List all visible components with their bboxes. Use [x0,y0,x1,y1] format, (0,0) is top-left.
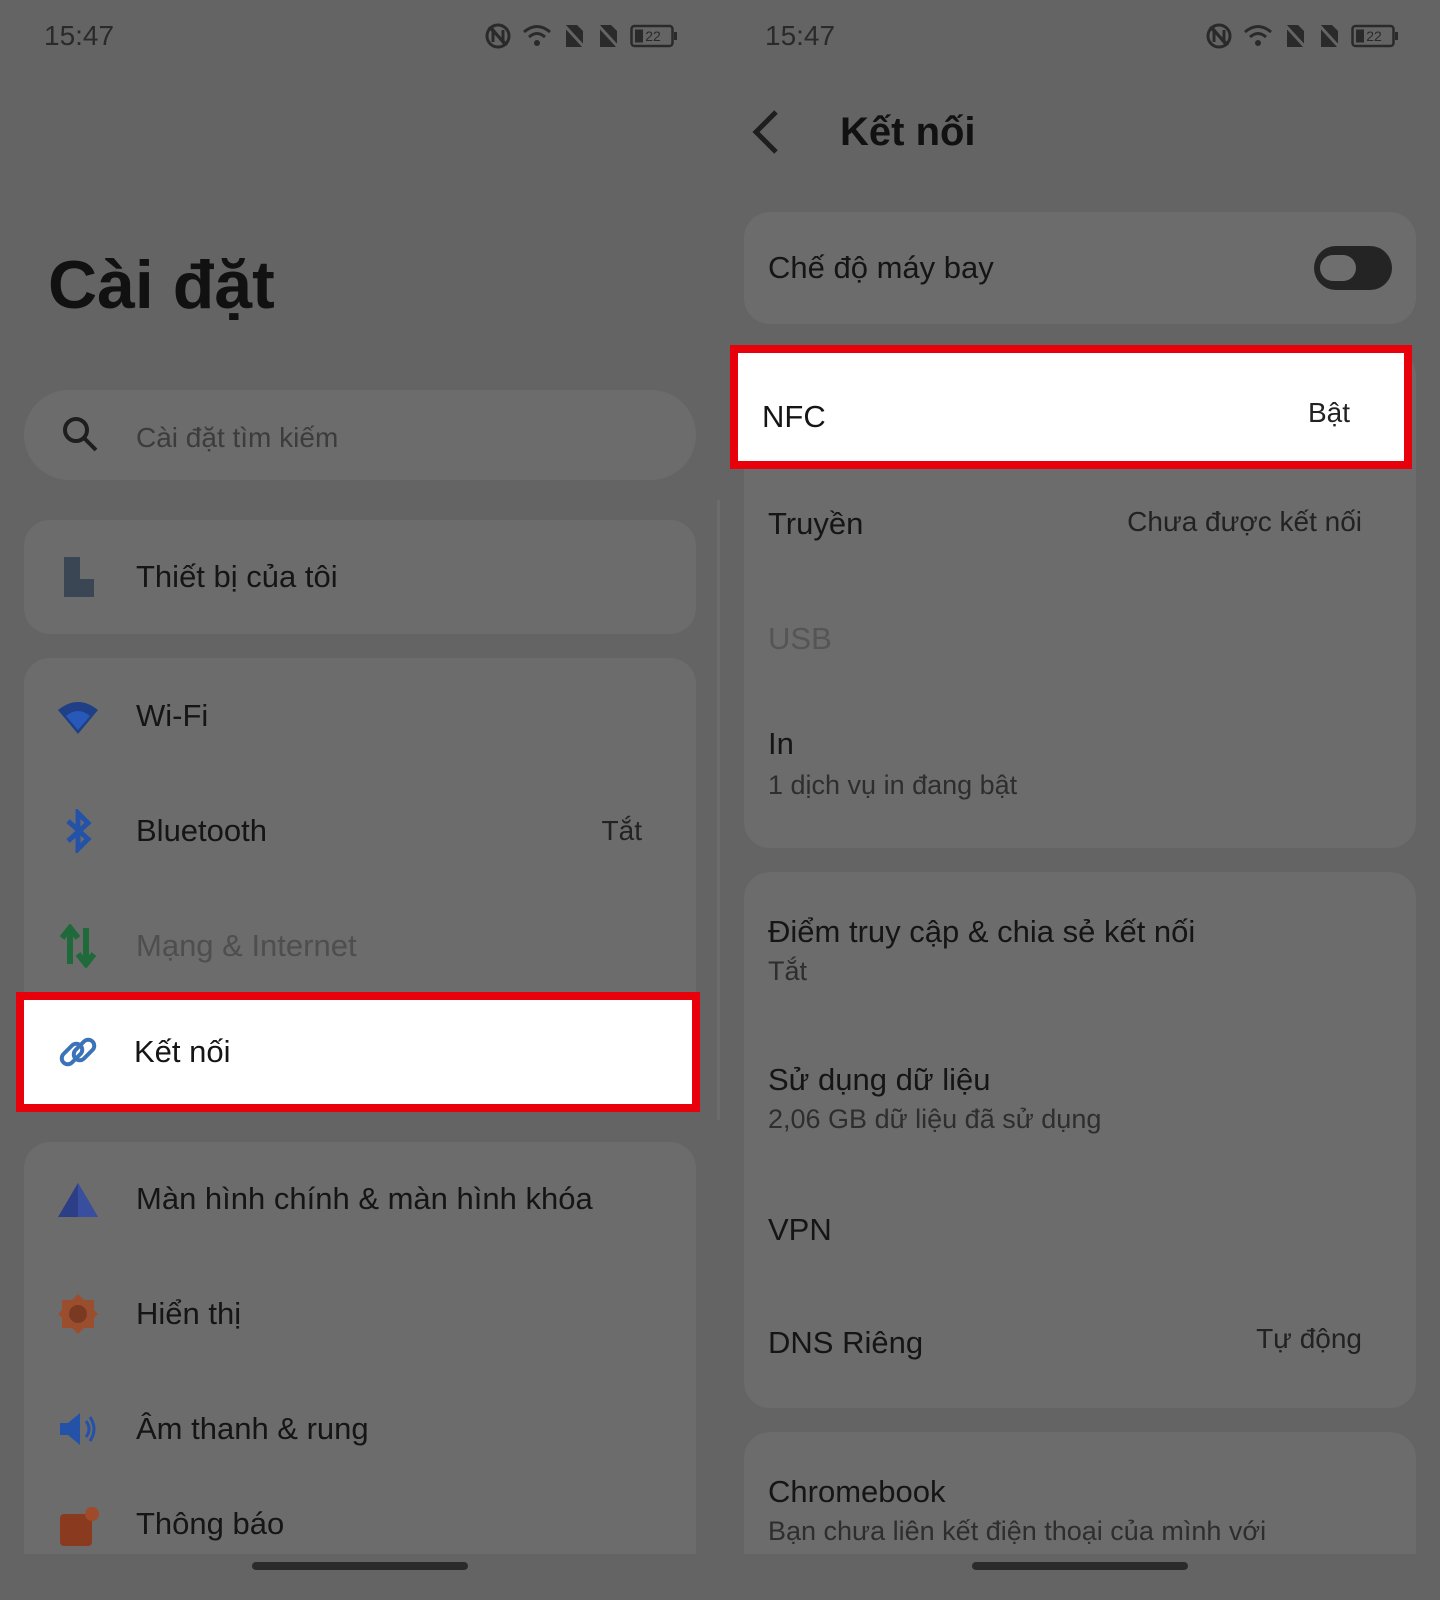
battery-icon: 22 [1351,24,1398,48]
phone-icon [64,557,94,597]
no-sim-icon [1283,23,1307,49]
status-icons: 22 [1205,22,1399,50]
list-item-wifi[interactable]: Wi-Fi [24,658,696,773]
device-card: Thiết bị của tôi [24,520,696,634]
list-item-label: Thông báo [136,1506,285,1541]
dns-status: Tự động [1256,1323,1362,1354]
back-arrow-icon[interactable] [746,108,786,156]
list-item-label: Thiết bị của tôi [136,559,338,594]
list-item-label: Chromebook [768,1474,946,1509]
list-item-data-usage[interactable]: Sử dụng dữ liệu 2,06 GB dữ liệu đã sử dụ… [744,1020,1416,1170]
list-item-sound[interactable]: Âm thanh & rung [24,1372,696,1486]
nfc-status: Bật [1307,397,1350,428]
list-item-label: Chế độ máy bay [768,250,994,285]
no-sim-icon [596,23,620,49]
list-item-label: NFC [762,399,826,434]
nfc-icon [1206,23,1232,49]
list-item-label: Âm thanh & rung [136,1411,369,1446]
list-item-cast[interactable]: Truyền Chưa được kết nối [744,470,1416,585]
search-input[interactable]: Cài đặt tìm kiếm [136,422,338,454]
airplane-toggle[interactable] [1314,246,1392,290]
list-item-label: Màn hình chính & màn hình khóa [136,1181,593,1216]
search-bar[interactable]: Cài đặt tìm kiếm [24,390,696,480]
data-usage-subtitle: 2,06 GB dữ liệu đã sử dụng [768,1104,1102,1134]
list-item-vpn[interactable]: VPN [744,1170,1416,1285]
list-item-bluetooth[interactable]: Bluetooth Tắt [24,773,696,888]
network-card: Điểm truy cập & chia sẻ kết nối Tắt Sử d… [744,872,1416,1408]
list-item-chromebook[interactable]: Chromebook Bạn chưa liên kết điện thoại … [744,1432,1416,1572]
list-item-label: Wi-Fi [136,697,209,733]
status-icons: 22 [484,22,678,50]
list-item-network[interactable]: Mạng & Internet [24,888,696,1003]
list-item-label: Hiển thị [136,1296,242,1331]
battery-icon: 22 [630,24,677,48]
speaker-icon [60,1413,96,1445]
list-item-usb[interactable]: USB [744,585,1416,700]
list-item-label: Kết nối [134,1034,231,1069]
list-item-label: VPN [768,1212,832,1247]
list-item-connections[interactable]: Kết nối [16,992,700,1112]
list-item-my-device[interactable]: Thiết bị của tôi [24,520,696,634]
list-item-label: Mạng & Internet [136,927,357,963]
list-item-label: In [768,726,794,761]
cast-status: Chưa được kết nối [1127,506,1362,537]
list-item-print[interactable]: In 1 dịch vụ in đang bật [744,700,1416,840]
bluetooth-icon [66,808,92,853]
toggle-knob [1320,255,1356,281]
list-item-private-dns[interactable]: DNS Riêng Tự động [744,1285,1416,1400]
svg-text:22: 22 [1366,28,1382,44]
wifi-icon [523,25,551,46]
no-sim-icon [1317,23,1341,49]
nav-bar-background [0,1554,720,1600]
chromebook-subtitle: Bạn chưa liên kết điện thoại của mình vớ… [768,1516,1267,1546]
status-time: 15:47 [44,20,115,51]
gesture-bar[interactable] [252,1562,468,1570]
airplane-card: Chế độ máy bay [744,212,1416,324]
bluetooth-status: Tắt [601,814,642,846]
print-subtitle: 1 dịch vụ in đang bật [768,770,1018,800]
nfc-icon [485,23,511,49]
settings-screen: 15:47 22 Cài đặt Cài đặt tìm kiếm Thiết … [0,0,720,1600]
page-title: Kết nối [840,110,976,154]
connections-row-content: Kết nối [24,1000,692,1104]
list-item-label: USB [768,621,832,656]
list-item-label: Sử dụng dữ liệu [768,1062,991,1097]
list-item-label: Bluetooth [136,812,267,848]
wifi-icon [1244,25,1272,46]
list-item-display[interactable]: Hiển thị [24,1256,696,1372]
display-brightness-icon [58,1294,98,1334]
network-arrows-icon [59,923,97,968]
nav-bar-background [720,1554,1440,1600]
search-icon [63,417,98,452]
status-time: 15:47 [765,20,836,51]
list-item-nfc[interactable]: NFC Bật [730,345,1412,469]
list-item-label: Truyền [768,506,864,541]
hotspot-subtitle: Tắt [768,956,808,986]
gesture-bar[interactable] [972,1562,1188,1570]
list-item-airplane-mode[interactable]: Chế độ máy bay [744,212,1416,324]
svg-text:22: 22 [645,28,661,44]
no-sim-icon [562,23,586,49]
page-title: Cài đặt [48,247,275,323]
list-item-home-lock-screen[interactable]: Màn hình chính & màn hình khóa [24,1142,696,1256]
list-item-label: Điểm truy cập & chia sẻ kết nối [768,914,1196,949]
display-card: Màn hình chính & màn hình khóa Hiển thị … [24,1142,696,1600]
home-screen-icon [58,1183,98,1217]
connections-screen: 15:47 22 Kết nối Chế độ máy bay Truyền C… [720,0,1440,1600]
list-item-label: DNS Riêng [768,1325,924,1360]
list-item-hotspot[interactable]: Điểm truy cập & chia sẻ kết nối Tắt [744,872,1416,1020]
wifi-icon [58,701,98,734]
link-icon [59,1037,97,1067]
notification-icon [60,1507,99,1546]
